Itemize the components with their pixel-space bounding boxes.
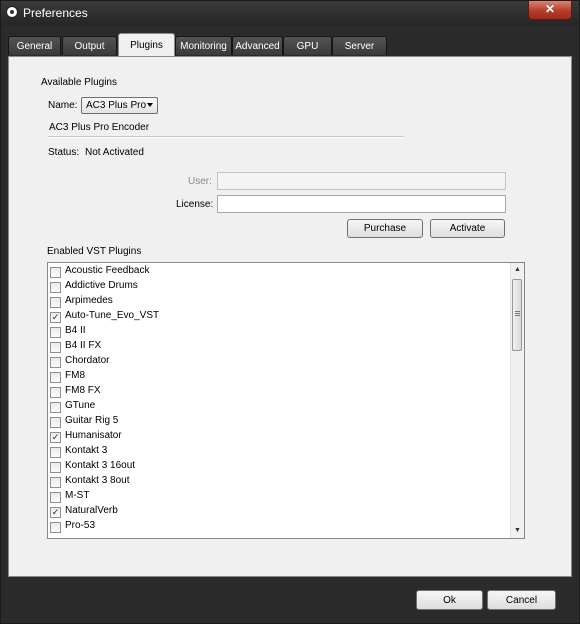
cancel-button[interactable]: Cancel: [487, 590, 556, 610]
list-item-label: GTune: [65, 400, 96, 411]
plugin-name-select[interactable]: AC3 Plus Pro: [81, 97, 158, 114]
list-item-label: Chordator: [65, 355, 110, 366]
vst-plugin-list[interactable]: Acoustic Feedback Addictive Drums Arpime…: [47, 262, 525, 539]
checkbox[interactable]: ✓: [50, 432, 61, 443]
check-icon: ✓: [51, 432, 60, 442]
list-item-label: Humanisator: [65, 430, 122, 441]
list-item[interactable]: Kontakt 3: [50, 444, 510, 459]
divider: [48, 136, 404, 138]
list-item[interactable]: Chordator: [50, 354, 510, 369]
list-item[interactable]: Pro-53: [50, 519, 510, 534]
checkbox[interactable]: [50, 522, 61, 533]
checkbox[interactable]: [50, 297, 61, 308]
list-item-label: Arpimedes: [65, 295, 113, 306]
list-item[interactable]: Acoustic Feedback: [50, 264, 510, 279]
list-item[interactable]: FM8: [50, 369, 510, 384]
scroll-down-icon[interactable]: ▼: [511, 524, 524, 538]
checkbox[interactable]: [50, 477, 61, 488]
list-item-label: B4 II: [65, 325, 86, 336]
chevron-down-icon: [147, 103, 153, 107]
checkbox[interactable]: ✓: [50, 507, 61, 518]
license-field[interactable]: [217, 195, 506, 213]
list-item-label: Acoustic Feedback: [65, 265, 150, 276]
list-item-label: B4 II FX: [65, 340, 102, 351]
list-item-label: Addictive Drums: [65, 280, 138, 291]
list-item[interactable]: GTune: [50, 399, 510, 414]
list-item-label: Auto-Tune_Evo_VST: [65, 310, 160, 321]
scroll-up-icon[interactable]: ▲: [511, 263, 524, 277]
list-item-label: Guitar Rig 5: [65, 415, 119, 426]
checkbox[interactable]: [50, 402, 61, 413]
checkbox[interactable]: [50, 447, 61, 458]
tab-monitoring[interactable]: Monitoring: [175, 36, 232, 55]
checkbox[interactable]: [50, 357, 61, 368]
check-icon: ✓: [51, 312, 60, 322]
checkbox[interactable]: [50, 267, 61, 278]
tab-gpu[interactable]: GPU: [283, 36, 332, 55]
list-item[interactable]: Guitar Rig 5: [50, 414, 510, 429]
list-item[interactable]: B4 II: [50, 324, 510, 339]
activate-button[interactable]: Activate: [430, 219, 505, 238]
user-label: User:: [188, 176, 212, 187]
list-item-label: NaturalVerb: [65, 505, 118, 516]
scroll-thumb[interactable]: [512, 279, 522, 351]
available-plugins-heading: Available Plugins: [41, 77, 117, 88]
close-button[interactable]: ✕: [528, 1, 572, 20]
checkbox[interactable]: [50, 387, 61, 398]
list-item-label: Kontakt 3 8out: [65, 475, 130, 486]
plugin-description: AC3 Plus Pro Encoder: [49, 122, 150, 133]
list-item[interactable]: Addictive Drums: [50, 279, 510, 294]
checkbox[interactable]: [50, 327, 61, 338]
list-item[interactable]: M-ST: [50, 489, 510, 504]
title-bar[interactable]: Preferences ✕: [1, 1, 579, 25]
checkbox[interactable]: [50, 282, 61, 293]
list-item-label: FM8: [65, 370, 85, 381]
dialog-footer: Ok Cancel: [1, 577, 579, 623]
list-item-label: Pro-53: [65, 520, 96, 531]
check-icon: ✓: [51, 507, 60, 517]
preferences-window: Preferences ✕ General Output Plugins Mon…: [0, 0, 580, 624]
app-icon: [6, 6, 18, 18]
checkbox[interactable]: [50, 492, 61, 503]
list-item[interactable]: B4 II FX: [50, 339, 510, 354]
tab-plugins[interactable]: Plugins: [118, 33, 175, 56]
list-item[interactable]: ✓ NaturalVerb: [50, 504, 510, 519]
list-item[interactable]: ✓ Auto-Tune_Evo_VST: [50, 309, 510, 324]
tab-server[interactable]: Server: [332, 36, 387, 55]
vst-plugins-heading: Enabled VST Plugins: [47, 246, 142, 257]
tab-output[interactable]: Output: [62, 36, 117, 55]
checkbox[interactable]: ✓: [50, 312, 61, 323]
tab-general[interactable]: General: [8, 36, 61, 55]
list-item-label: Kontakt 3 16out: [65, 460, 136, 471]
list-item[interactable]: FM8 FX: [50, 384, 510, 399]
list-item[interactable]: Arpimedes: [50, 294, 510, 309]
list-item[interactable]: ✓ Humanisator: [50, 429, 510, 444]
list-item[interactable]: Kontakt 3 8out: [50, 474, 510, 489]
checkbox[interactable]: [50, 342, 61, 353]
checkbox[interactable]: [50, 372, 61, 383]
tab-advanced[interactable]: Advanced: [232, 36, 283, 55]
user-field[interactable]: [217, 172, 506, 190]
status-label: Status:: [48, 147, 80, 158]
ok-button[interactable]: Ok: [416, 590, 483, 610]
license-label: License:: [176, 199, 214, 210]
window-title: Preferences: [23, 6, 88, 20]
list-item[interactable]: Kontakt 3 16out: [50, 459, 510, 474]
list-item-label: FM8 FX: [65, 385, 101, 396]
vertical-scrollbar[interactable]: ▲ ▼: [510, 263, 524, 538]
list-item-label: M-ST: [65, 490, 90, 501]
checkbox[interactable]: [50, 417, 61, 428]
plugin-name-value: AC3 Plus Pro: [86, 100, 147, 111]
list-item-label: Kontakt 3: [65, 445, 108, 456]
plugin-name-label: Name:: [48, 100, 78, 111]
grip-icon: [515, 311, 520, 312]
status-value: Not Activated: [85, 147, 144, 158]
purchase-button[interactable]: Purchase: [347, 219, 423, 238]
checkbox[interactable]: [50, 462, 61, 473]
